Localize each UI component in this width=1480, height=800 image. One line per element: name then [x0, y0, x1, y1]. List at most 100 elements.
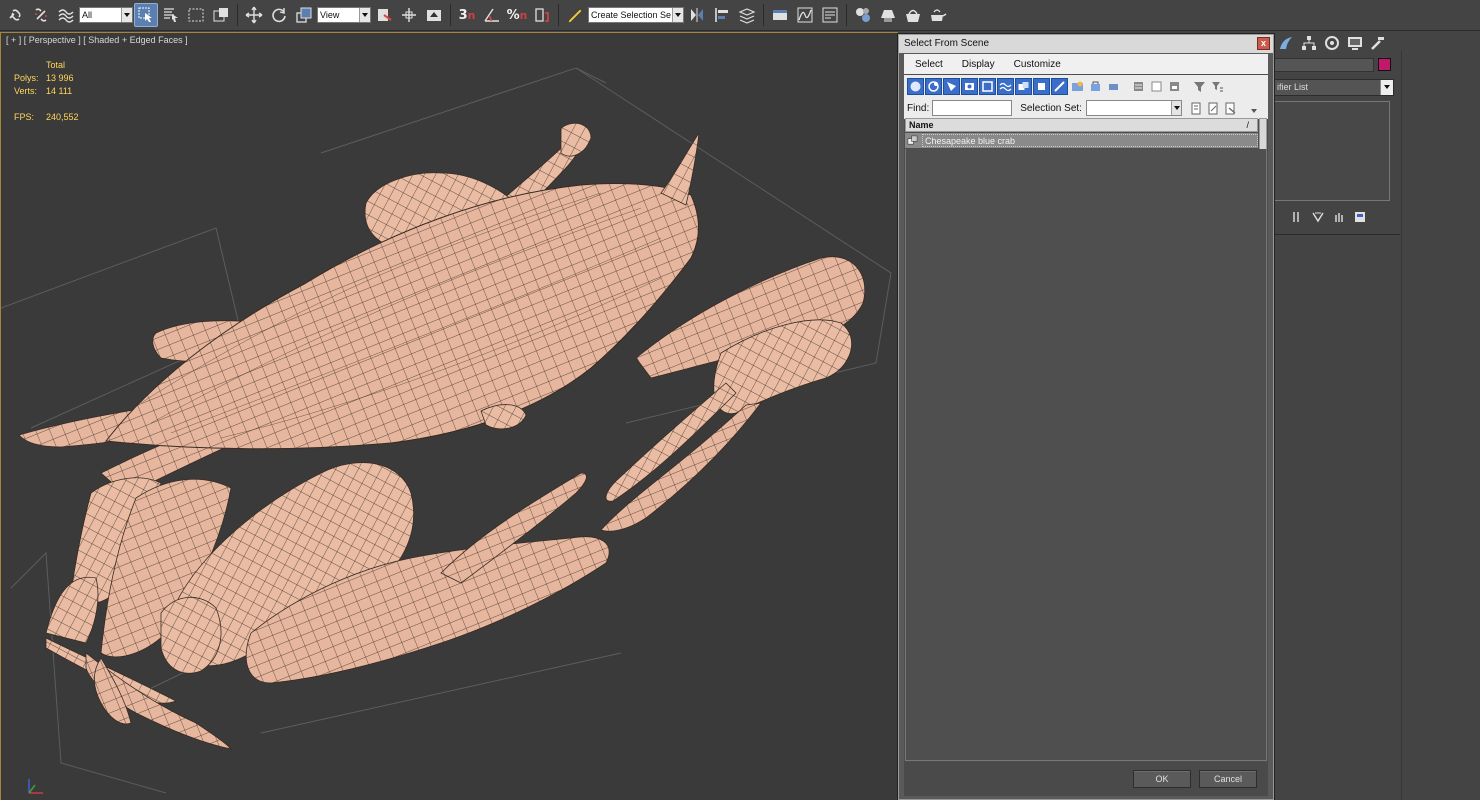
filter-groups-icon[interactable] — [1015, 77, 1032, 95]
filter-shapes-icon[interactable] — [925, 77, 942, 95]
toolbar-separator — [558, 4, 559, 26]
make-unique-icon[interactable] — [1332, 210, 1346, 224]
material-editor-icon[interactable] — [851, 3, 875, 27]
ok-button[interactable]: OK — [1133, 770, 1191, 788]
rotate-icon[interactable] — [267, 3, 291, 27]
cancel-button[interactable]: Cancel — [1199, 770, 1257, 788]
selection-set-edit-icon[interactable] — [1222, 100, 1239, 117]
edit-named-selection-icon[interactable] — [563, 3, 587, 27]
layer-explorer-icon[interactable] — [735, 3, 759, 27]
object-color-swatch[interactable] — [1378, 58, 1391, 71]
scene-object-list[interactable] — [905, 149, 1267, 761]
utilities-tab-icon[interactable] — [1368, 33, 1388, 53]
name-column-header[interactable]: Name / — [905, 118, 1258, 132]
snaps-value: 3n — [458, 7, 476, 23]
motion-tab-icon[interactable] — [1322, 33, 1342, 53]
rectangular-selection-icon[interactable] — [184, 3, 208, 27]
verts-value: 14 111 — [46, 86, 73, 96]
filter-lights-icon[interactable] — [943, 77, 960, 95]
chevron-down-icon — [1170, 101, 1181, 115]
expand-options-icon[interactable] — [1249, 106, 1259, 116]
display-tab-icon[interactable] — [1345, 33, 1365, 53]
stats-polys-row: Polys: 13 996 — [14, 72, 79, 85]
selection-set-add-icon[interactable] — [1188, 100, 1205, 117]
render-production-icon[interactable] — [926, 3, 950, 27]
filter-helpers-icon[interactable] — [979, 77, 996, 95]
polys-value: 13 996 — [46, 73, 74, 83]
spinner-snap-icon[interactable] — [530, 3, 554, 27]
viewport-label[interactable]: [ + ] [ Perspective ] [ Shaded + Edged F… — [6, 35, 188, 45]
object-name-field[interactable] — [1274, 58, 1374, 72]
curve-editor-icon[interactable] — [793, 3, 817, 27]
selection-filter-dropdown[interactable]: All — [79, 7, 133, 23]
scale-icon[interactable] — [292, 3, 316, 27]
crab-mesh — [1, 67, 892, 794]
reference-coordinate-dropdown[interactable]: View — [317, 7, 371, 23]
show-end-result-icon[interactable] — [1311, 210, 1325, 224]
dialog-body: Select Display Customize Find: Selection… — [904, 54, 1268, 796]
keyboard-shortcut-override-icon[interactable] — [422, 3, 446, 27]
named-selection-dropdown[interactable]: Create Selection Se — [588, 7, 684, 23]
hierarchy-tab-icon[interactable] — [1299, 33, 1319, 53]
move-icon[interactable] — [242, 3, 266, 27]
display-invert-icon[interactable] — [1166, 78, 1183, 95]
angle-snap-icon[interactable] — [480, 3, 504, 27]
rendered-frame-window-icon[interactable] — [901, 3, 925, 27]
panel-edge — [1401, 51, 1402, 800]
unlink-icon[interactable] — [29, 3, 53, 27]
select-manipulate-icon[interactable] — [397, 3, 421, 27]
align-icon[interactable] — [710, 3, 734, 27]
dialog-titlebar[interactable]: Select From Scene x — [899, 35, 1273, 53]
mirror-icon[interactable] — [685, 3, 709, 27]
display-all-icon[interactable] — [1130, 78, 1147, 95]
panel-divider — [1270, 234, 1400, 235]
modifier-list-dropdown[interactable]: ifier List — [1272, 79, 1394, 96]
select-object-button[interactable] — [134, 3, 158, 27]
filter-hidden-icon[interactable] — [1105, 78, 1122, 95]
filter-geometry-icon[interactable] — [907, 77, 924, 95]
modifier-stack[interactable] — [1274, 101, 1390, 201]
pivot-center-icon[interactable] — [372, 3, 396, 27]
group-icon — [907, 135, 919, 147]
stats-verts-row: Verts: 14 111 — [14, 85, 79, 98]
filter-containers-icon[interactable] — [1069, 78, 1086, 95]
selection-set-remove-icon[interactable] — [1205, 100, 1222, 117]
menu-display[interactable]: Display — [954, 59, 1003, 70]
filter-funnel-icon[interactable] — [1191, 78, 1208, 95]
command-panel-rollouts — [1274, 241, 1394, 800]
toolbar-separator — [450, 4, 451, 26]
selection-set-dropdown[interactable] — [1085, 100, 1182, 116]
viewport-statistics: Total Polys: 13 996 Verts: 14 111 FPS: 2… — [14, 59, 79, 124]
configure-modifier-sets-icon[interactable] — [1353, 210, 1367, 224]
table-row[interactable]: Chesapeake blue crab — [905, 133, 1258, 148]
menu-customize[interactable]: Customize — [1006, 59, 1069, 70]
percent-snap-button[interactable]: %n — [505, 3, 529, 27]
menu-select[interactable]: Select — [907, 59, 951, 70]
modify-tab-icon[interactable] — [1276, 33, 1296, 53]
dialog-menubar: Select Display Customize — [904, 54, 1268, 74]
filter-frozen-icon[interactable] — [1087, 78, 1104, 95]
filter-space-warps-icon[interactable] — [997, 77, 1014, 95]
dialog-title: Select From Scene — [904, 38, 990, 49]
filter-bones-icon[interactable] — [1051, 77, 1068, 95]
select-by-name-button[interactable] — [159, 3, 183, 27]
bind-space-warp-icon[interactable] — [54, 3, 78, 27]
perspective-viewport[interactable]: [ + ] [ Perspective ] [ Shaded + Edged F… — [0, 32, 898, 800]
close-icon[interactable]: x — [1257, 37, 1270, 50]
sort-hierarchy-icon[interactable] — [1209, 78, 1226, 95]
window-crossing-icon[interactable] — [209, 3, 233, 27]
pin-stack-icon[interactable] — [1290, 210, 1304, 224]
render-setup-icon[interactable] — [876, 3, 900, 27]
filter-cameras-icon[interactable] — [961, 77, 978, 95]
toggle-ribbon-icon[interactable] — [768, 3, 792, 27]
find-input[interactable] — [932, 100, 1013, 116]
display-none-icon[interactable] — [1148, 78, 1165, 95]
link-icon[interactable] — [4, 3, 28, 27]
schematic-view-icon[interactable] — [818, 3, 842, 27]
crab-eye — [480, 404, 527, 430]
fps-label: FPS: — [14, 112, 35, 122]
percent-snap-value: %n — [506, 7, 528, 23]
snaps-toggle-button[interactable]: 3n — [455, 3, 479, 27]
dialog-find-bar: Find: Selection Set: — [904, 97, 1268, 119]
filter-xrefs-icon[interactable] — [1033, 77, 1050, 95]
